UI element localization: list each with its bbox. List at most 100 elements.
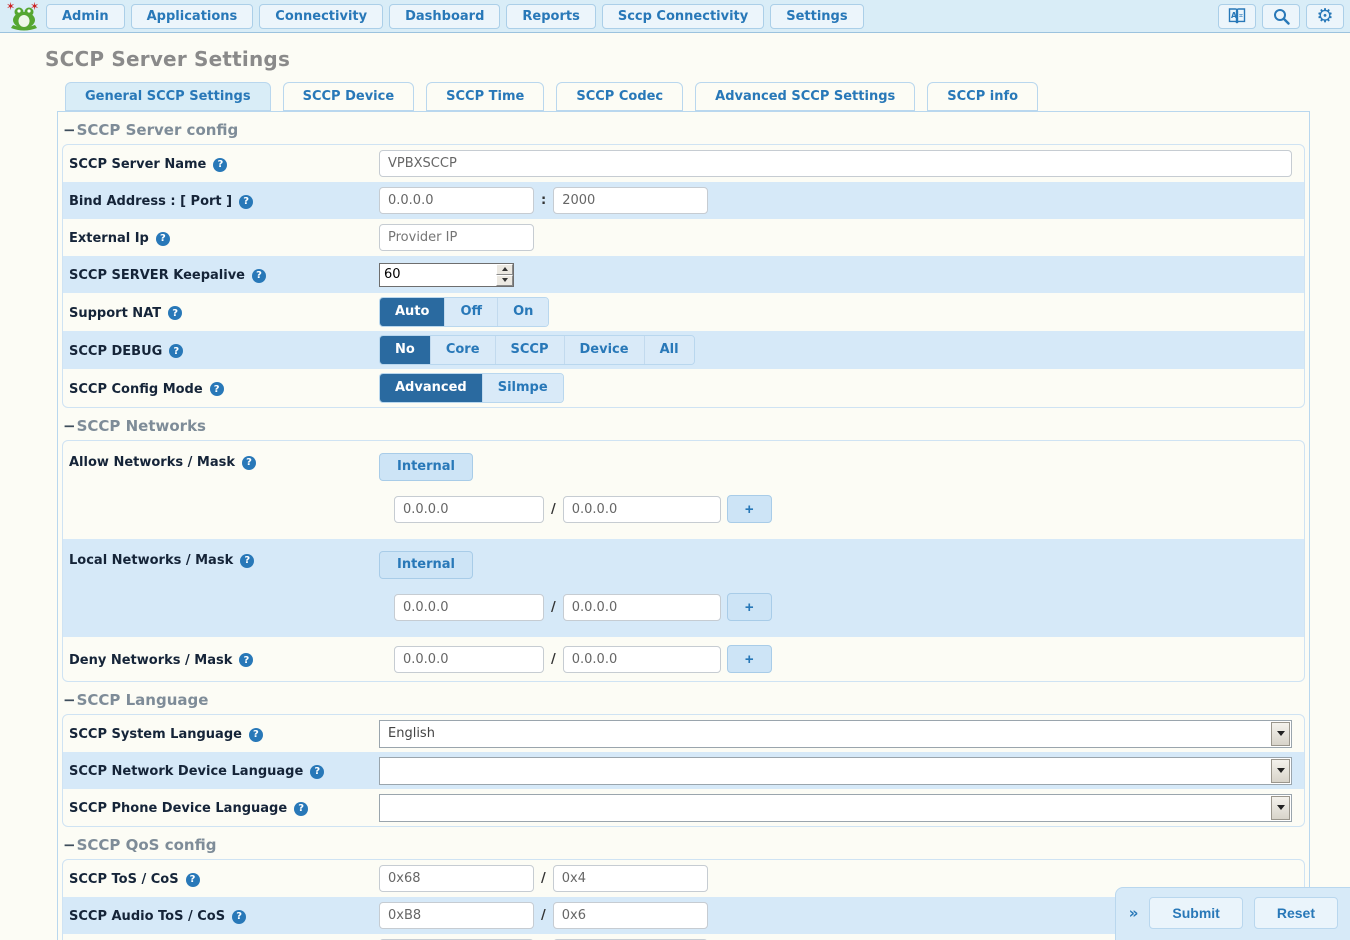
spin-up-button[interactable] (496, 264, 513, 275)
nav-connectivity[interactable]: Connectivity (259, 4, 383, 29)
tos-input[interactable] (379, 865, 534, 892)
local-internal-button[interactable]: Internal (379, 551, 473, 579)
help-icon[interactable]: ? (242, 456, 256, 470)
row-sccp-debug: SCCP DEBUG ? No Core SCCP Device All (63, 331, 1304, 369)
help-icon[interactable]: ? (294, 802, 308, 816)
dropdown-arrow-icon (1271, 796, 1290, 820)
phone-device-language-select[interactable] (379, 794, 1292, 822)
help-icon[interactable]: ? (210, 382, 224, 396)
audio-cos-input[interactable] (553, 902, 708, 929)
help-icon[interactable]: ? (232, 910, 246, 924)
language-button[interactable]: A ⌗ (1218, 4, 1256, 29)
system-language-select[interactable]: English (379, 720, 1292, 748)
collapse-toolbar-button[interactable]: » (1129, 904, 1139, 922)
allow-network-input[interactable] (394, 496, 544, 523)
help-icon[interactable]: ? (239, 195, 253, 209)
tab-sccp-info[interactable]: SCCP info (927, 82, 1038, 111)
section-header-language[interactable]: − SCCP Language (62, 682, 1305, 714)
nav-applications[interactable]: Applications (131, 4, 254, 29)
allow-mask-input[interactable] (563, 496, 721, 523)
row-config-mode: SCCP Config Mode ? Advanced Silmpe (63, 369, 1304, 407)
freepbx-frog-logo[interactable]: ✶ ✶ (6, 1, 42, 31)
spin-down-button[interactable] (496, 275, 513, 286)
local-add-button[interactable]: + (727, 593, 772, 621)
label-text: Allow Networks / Mask (69, 455, 235, 470)
slash-separator: / (541, 871, 546, 886)
section-header-server-config[interactable]: − SCCP Server config (62, 112, 1305, 144)
help-icon[interactable]: ? (310, 765, 324, 779)
label-text: SCCP Network Device Language (69, 764, 303, 779)
section-header-qos[interactable]: − SCCP QoS config (62, 827, 1305, 859)
mode-option-simple[interactable]: Silmpe (482, 374, 563, 402)
section-header-networks[interactable]: − SCCP Networks (62, 408, 1305, 440)
bind-address-input[interactable] (379, 187, 534, 214)
reset-button[interactable]: Reset (1254, 897, 1338, 929)
local-mask-input[interactable] (563, 594, 721, 621)
mode-option-advanced[interactable]: Advanced (380, 374, 482, 402)
nav-settings[interactable]: Settings (770, 4, 863, 29)
debug-option-core[interactable]: Core (430, 336, 495, 364)
submit-button[interactable]: Submit (1149, 897, 1242, 929)
dropdown-arrow-icon (1271, 722, 1290, 746)
help-icon[interactable]: ? (252, 269, 266, 283)
search-button[interactable] (1262, 4, 1300, 29)
settings-gear-button[interactable]: ⚙ (1306, 4, 1344, 29)
nav-reports[interactable]: Reports (506, 4, 595, 29)
label-text: Bind Address : [ Port ] (69, 194, 232, 209)
search-icon (1273, 8, 1290, 25)
field-label: SCCP SERVER Keepalive ? (69, 266, 379, 283)
help-icon[interactable]: ? (240, 554, 254, 568)
tab-bar: General SCCP Settings SCCP Device SCCP T… (65, 82, 1350, 111)
field-label: Bind Address : [ Port ] ? (69, 192, 379, 209)
deny-add-button[interactable]: + (727, 645, 772, 673)
tab-sccp-time[interactable]: SCCP Time (426, 82, 544, 111)
tab-general-sccp-settings[interactable]: General SCCP Settings (65, 82, 271, 111)
field-label: SCCP Server Name ? (69, 155, 379, 172)
debug-option-all[interactable]: All (644, 336, 694, 364)
help-icon[interactable]: ? (169, 344, 183, 358)
nav-dashboard[interactable]: Dashboard (389, 4, 500, 29)
field-label: Support NAT ? (69, 304, 379, 321)
help-icon[interactable]: ? (168, 306, 182, 320)
field-label: Local Networks / Mask ? (69, 547, 379, 568)
help-icon[interactable]: ? (249, 728, 263, 742)
deny-network-input[interactable] (394, 646, 544, 673)
keepalive-value: 60 (380, 264, 496, 286)
allow-add-button[interactable]: + (727, 495, 772, 523)
help-icon[interactable]: ? (213, 158, 227, 172)
cos-input[interactable] (553, 865, 708, 892)
keepalive-number-input[interactable]: 60 (379, 263, 514, 287)
section-title: SCCP Language (77, 691, 209, 709)
server-name-input[interactable] (379, 150, 1292, 177)
svg-text:A: A (1231, 11, 1237, 20)
help-icon[interactable]: ? (186, 873, 200, 887)
tab-advanced-sccp-settings[interactable]: Advanced SCCP Settings (695, 82, 915, 111)
nav-admin[interactable]: Admin (46, 4, 125, 29)
external-ip-input[interactable] (379, 224, 534, 251)
label-text: SCCP SERVER Keepalive (69, 268, 245, 283)
slash-separator: / (551, 502, 556, 517)
debug-option-no[interactable]: No (380, 336, 430, 364)
help-icon[interactable]: ? (156, 232, 170, 246)
audio-tos-input[interactable] (379, 902, 534, 929)
row-server-name: SCCP Server Name ? (63, 145, 1304, 182)
help-icon[interactable]: ? (239, 653, 253, 667)
svg-text:⌗: ⌗ (1239, 12, 1243, 20)
nav-sccp-connectivity[interactable]: Sccp Connectivity (602, 4, 764, 29)
allow-internal-button[interactable]: Internal (379, 453, 473, 481)
tab-sccp-device[interactable]: SCCP Device (283, 82, 415, 111)
language-book-icon: A ⌗ (1227, 7, 1247, 25)
bind-port-input[interactable] (553, 187, 708, 214)
local-network-input[interactable] (394, 594, 544, 621)
tab-sccp-codec[interactable]: SCCP Codec (556, 82, 683, 111)
debug-option-sccp[interactable]: SCCP (495, 336, 564, 364)
nat-option-off[interactable]: Off (444, 298, 497, 326)
field-label: Allow Networks / Mask ? (69, 449, 379, 470)
nat-option-on[interactable]: On (497, 298, 548, 326)
row-phone-device-language: SCCP Phone Device Language ? (63, 789, 1304, 826)
network-device-language-select[interactable] (379, 757, 1292, 785)
debug-option-device[interactable]: Device (564, 336, 644, 364)
screen: ✶ ✶ Admin Applications Connectivity Dash… (0, 0, 1350, 940)
deny-mask-input[interactable] (563, 646, 721, 673)
nat-option-auto[interactable]: Auto (380, 298, 444, 326)
